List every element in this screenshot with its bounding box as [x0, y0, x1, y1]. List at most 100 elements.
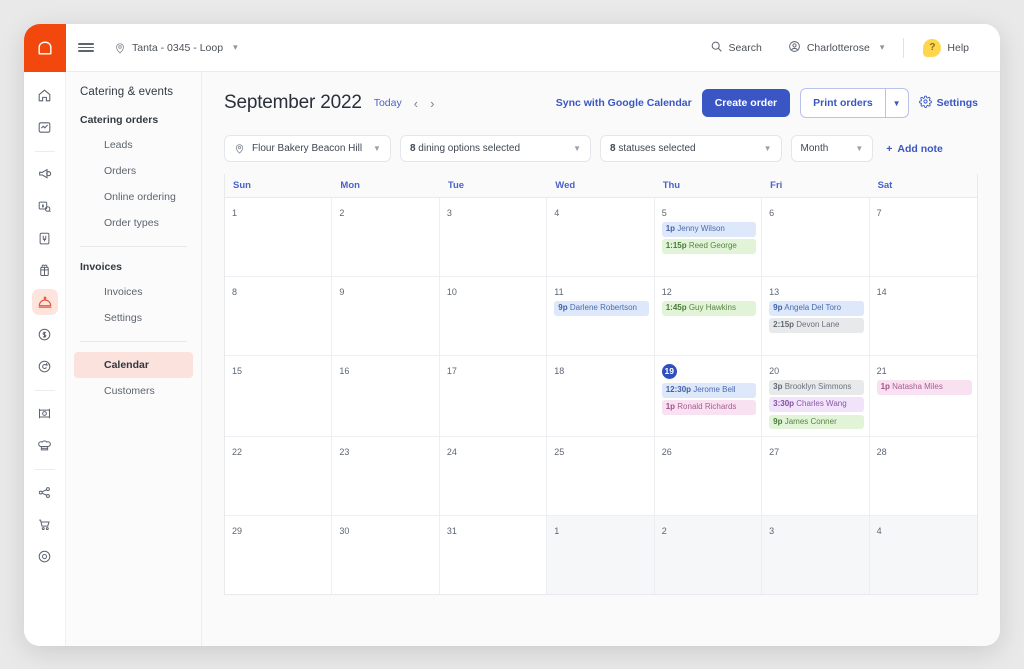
chef-hat-icon[interactable] [32, 432, 58, 458]
target-circle-icon[interactable] [32, 543, 58, 569]
sidebar-item-customers[interactable]: Customers [74, 378, 193, 404]
sidebar-item-online-ordering[interactable]: Online ordering [74, 184, 193, 210]
loyalty-icon[interactable] [32, 353, 58, 379]
calendar-day-cell[interactable]: 27 [762, 436, 870, 515]
calendar-event[interactable]: 1p Jenny Wilson [661, 222, 757, 237]
calendar-event[interactable]: 2:15p Devon Lane [769, 318, 864, 334]
search-button[interactable]: Search [697, 40, 775, 56]
sync-google-calendar-link[interactable]: Sync with Google Calendar [556, 97, 692, 109]
day-number: 31 [446, 525, 457, 536]
help-button[interactable]: ? Help [910, 38, 982, 57]
calendar-day-cell[interactable]: 16 [332, 356, 440, 436]
settings-label: Settings [936, 97, 978, 109]
hamburger-menu-button[interactable] [66, 24, 106, 72]
print-orders-dropdown-toggle[interactable]: ▼ [884, 89, 908, 117]
location-filter[interactable]: Flour Bakery Beacon Hill ▼ [224, 135, 391, 162]
sidebar-item-settings[interactable]: Settings [74, 305, 193, 331]
statuses-filter[interactable]: 8 statuses selected ▼ [599, 135, 782, 162]
calendar-event[interactable]: 12:30p Jerome Bell [661, 383, 757, 398]
sidebar-item-calendar[interactable]: Calendar [74, 352, 193, 378]
dining-options-filter[interactable]: 8 dining options selected ▼ [399, 135, 591, 162]
calendar-day-cell[interactable]: 13 9p Angela Del Toro 2:15p Devon Lane [762, 277, 870, 355]
share-nodes-icon[interactable] [32, 479, 58, 505]
calendar-day-cell[interactable]: 3 [762, 515, 870, 594]
calendar-day-cell[interactable]: 9 [332, 277, 440, 355]
add-note-button[interactable]: + Add note [886, 143, 943, 155]
print-orders-button[interactable]: Print orders [801, 89, 885, 117]
home-icon[interactable] [32, 82, 58, 108]
dollar-circle-icon[interactable] [32, 321, 58, 347]
calendar-day-cell[interactable]: 1 [225, 198, 333, 276]
location-selector[interactable]: Tanta - 0345 - Loop ▾ [114, 42, 238, 54]
event-time: 1p [880, 382, 890, 391]
calendar-day-cell[interactable]: 11 9p Darlene Robertson [547, 277, 655, 355]
calendar-day-cell[interactable]: 31 [440, 515, 548, 594]
calendar-day-cell[interactable]: 14 [870, 277, 977, 355]
calendar-event[interactable]: 3:30p Charles Wang [769, 397, 864, 413]
calendar-day-cell[interactable]: 21 1p Natasha Miles [870, 356, 977, 436]
chevron-right-icon[interactable]: › [430, 96, 434, 111]
calendar-event[interactable]: 9p Darlene Robertson [554, 301, 649, 316]
event-customer-name: Natasha Miles [889, 382, 943, 391]
calendar-day-cell[interactable]: 26 [655, 436, 763, 515]
gift-card-icon[interactable] [32, 257, 58, 283]
app-logo[interactable] [24, 24, 66, 72]
account-menu[interactable]: Charlotterose ▾ [775, 40, 898, 56]
sidebar-item-order-types[interactable]: Order types [74, 210, 193, 236]
marketing-megaphone-icon[interactable] [32, 161, 58, 187]
calendar-day-cell[interactable]: 10 [440, 277, 548, 355]
shopping-cart-icon[interactable] [32, 511, 58, 537]
calendar-day-cell[interactable]: 6 [762, 198, 870, 276]
chevron-left-icon[interactable]: ‹ [414, 96, 418, 111]
calendar-day-cell[interactable]: 5 1p Jenny Wilson 1:15p Reed George [655, 198, 763, 276]
calendar-event[interactable]: 9p James Conner [769, 414, 864, 430]
calendar-event[interactable]: 1p Natasha Miles [876, 380, 972, 395]
calendar-day-cell[interactable]: 30 [332, 515, 440, 594]
calendar-event[interactable]: 1:15p Reed George [661, 239, 757, 255]
calendar-event[interactable]: 3p Brooklyn Simmons [769, 380, 864, 395]
calendar-day-cell[interactable]: 29 [225, 515, 333, 594]
sidebar-item-invoices[interactable]: Invoices [74, 279, 193, 305]
calendar-event[interactable]: 1p Ronald Richards [661, 400, 757, 416]
settings-button[interactable]: Settings [918, 95, 978, 111]
calendar-day-cell[interactable]: 28 [870, 437, 977, 515]
calendar-day-cell[interactable]: 19 12:30p Jerome Bell 1p Ronald Richards [655, 356, 763, 436]
catering-dome-icon[interactable] [31, 289, 58, 315]
calendar-event[interactable]: 1:45p Guy Hawkins [661, 301, 757, 316]
calendar-day-cell[interactable]: 24 [440, 436, 548, 515]
calendar-body: 1 2 3 4 5 1p Jenny Wilson 1:15p Reed George 6 7 8… [225, 198, 977, 594]
calendar-day-cell[interactable]: 20 3p Brooklyn Simmons 3:30p Charles Wang 9… [762, 356, 870, 436]
calendar-day-cell[interactable]: 7 [870, 198, 977, 276]
payments-icon[interactable] [32, 193, 58, 219]
calendar-day-cell[interactable]: 23 [332, 436, 440, 515]
today-button[interactable]: Today [374, 97, 402, 109]
table-service-icon[interactable] [32, 400, 58, 426]
calendar-event[interactable]: 9p Angela Del Toro [769, 301, 864, 316]
day-number: 26 [661, 446, 672, 457]
calendar-day-cell[interactable]: 17 [440, 356, 548, 436]
view-mode-filter[interactable]: Month ▼ [790, 135, 874, 162]
calendar-day-cell[interactable]: 2 [332, 198, 440, 276]
calendar-day-cell[interactable]: 1 [547, 515, 655, 594]
create-order-button[interactable]: Create order [701, 89, 791, 117]
calendar-day-cell[interactable]: 2 [654, 515, 763, 594]
question-bubble-icon: ? [923, 38, 942, 57]
sidebar-item-leads[interactable]: Leads [74, 132, 193, 158]
event-time: 2:15p [773, 320, 795, 330]
calendar-day-cell[interactable]: 4 [869, 515, 977, 594]
calendar-day-cell[interactable]: 25 [547, 436, 655, 515]
calendar-day-cell[interactable]: 22 [225, 436, 333, 515]
calendar-day-cell[interactable]: 4 [547, 198, 655, 276]
menu-book-icon[interactable] [32, 225, 58, 251]
event-time: 1p [665, 402, 676, 412]
day-number: 22 [232, 446, 243, 457]
analytics-icon[interactable] [32, 114, 58, 140]
calendar-day-cell[interactable]: 12 1:45p Guy Hawkins [655, 277, 763, 355]
calendar-weekday-header: Sun Mon Tue Wed Thu Fri Sat [225, 174, 977, 198]
calendar-day-cell[interactable]: 8 [225, 277, 333, 355]
calendar-day-cell[interactable]: 15 [225, 356, 333, 436]
calendar-day-cell[interactable]: 18 [547, 356, 655, 436]
calendar-day-cell[interactable]: 3 [440, 198, 548, 276]
sidebar-item-orders[interactable]: Orders [74, 158, 193, 184]
event-customer-name: Angela Del Toro [782, 303, 842, 312]
